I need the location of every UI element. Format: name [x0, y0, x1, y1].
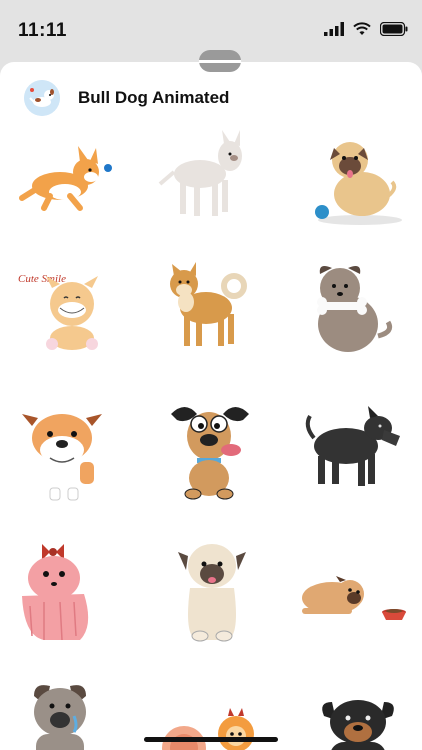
dog-bone-icon [317, 266, 393, 352]
signal-icon [324, 22, 344, 36]
schnauzer-icon [305, 406, 400, 486]
sticker-caption: Cute Smile [18, 273, 66, 285]
battery-icon [380, 22, 408, 36]
sticker-pink-dog-bow[interactable] [10, 536, 120, 646]
cartoon-dog-icon [171, 407, 249, 500]
sticker-rottweiler[interactable] [300, 676, 410, 750]
cute-smile-puppy-icon: Cute Smile [18, 273, 98, 350]
pink-dog-icon [22, 544, 89, 641]
rottweiler-icon [322, 700, 394, 750]
sticker-gray-dog-crying[interactable] [20, 676, 130, 750]
sheet-header: Bull Dog Animated [24, 80, 229, 116]
sticker-corgi-jumping[interactable] [10, 124, 120, 234]
sticker-black-schnauzer[interactable] [300, 396, 410, 506]
shiba-icon [170, 262, 247, 346]
sticker-dog-with-bone[interactable] [296, 252, 406, 362]
sheet-grabber-line [199, 60, 241, 63]
sticker-cartoon-dog-tongue[interactable] [155, 396, 265, 506]
home-indicator[interactable] [144, 737, 278, 742]
app-icon [24, 80, 60, 116]
sticker-bull-terrier[interactable] [158, 124, 268, 234]
sticker-bulldog-face[interactable] [10, 396, 120, 506]
sticker-pug-with-bowl[interactable] [296, 536, 406, 646]
sticker-pug-with-ball[interactable] [300, 124, 410, 234]
gray-dog-icon [34, 685, 86, 750]
sticker-cute-smile[interactable]: Cute Smile [14, 252, 124, 362]
pug-sitting-icon [178, 544, 246, 642]
status-icons [324, 22, 408, 36]
pug-bowl-icon [302, 576, 406, 620]
corgi-icon [19, 146, 112, 211]
bulldog-icon [22, 414, 102, 501]
app-title: Bull Dog Animated [78, 88, 230, 107]
wifi-icon [353, 22, 371, 35]
sticker-pug-sitting[interactable] [160, 536, 270, 646]
sticker-shiba-inu[interactable] [150, 252, 260, 362]
status-time: 11:11 [18, 20, 67, 41]
pug-ball-icon [315, 142, 402, 225]
bull-terrier-icon [158, 130, 242, 216]
sticker-sheet: Bull Dog Animated Cute Smile [0, 62, 422, 750]
